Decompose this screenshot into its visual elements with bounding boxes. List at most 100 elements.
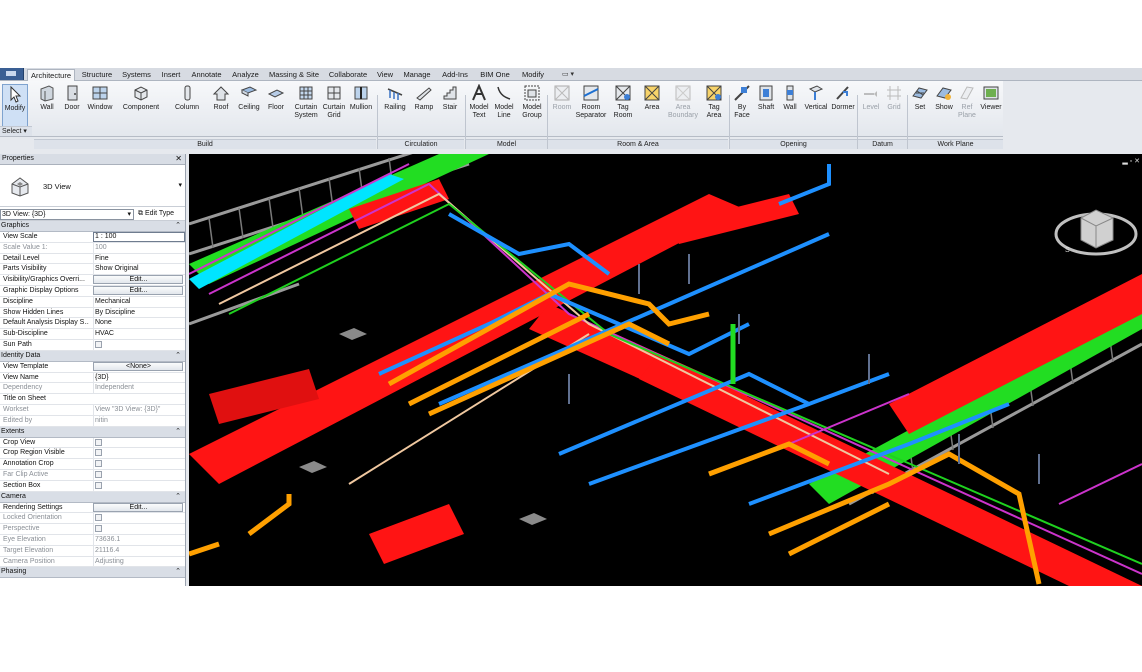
sun-path-checkbox[interactable] — [95, 340, 102, 348]
tab-view[interactable]: View — [374, 69, 396, 81]
room-separator-button[interactable]: Room Separator — [575, 84, 607, 128]
door-icon — [67, 85, 78, 101]
tab-add-ins[interactable]: Add-Ins — [438, 69, 472, 81]
model-group-button[interactable]: Model Group — [519, 84, 545, 128]
view-template-button[interactable]: <None> — [93, 361, 183, 371]
view-instance-dropdown[interactable]: 3D View: {3D} — [0, 209, 134, 220]
tab-massing-site[interactable]: Massing & Site — [266, 69, 322, 81]
by-face-button[interactable]: By Face — [732, 84, 752, 128]
view-scale-input[interactable]: 1 : 100 — [93, 232, 185, 242]
analysis-display-value[interactable]: None — [93, 318, 185, 329]
wall-button[interactable]: Wall — [36, 84, 58, 128]
door-button[interactable]: Door — [61, 84, 83, 128]
opening-panel-label: Opening — [730, 139, 857, 149]
set-work-plane-button[interactable]: Set — [910, 84, 930, 128]
show-work-plane-button[interactable]: Show — [932, 84, 956, 128]
column-button[interactable]: Column — [172, 84, 202, 128]
curtain-grid-button[interactable]: Curtain Grid — [321, 84, 347, 128]
graphic-display-edit-button[interactable]: Edit... — [93, 285, 183, 295]
tab-bim-one[interactable]: BIM One — [476, 69, 514, 81]
type-selector[interactable]: 3D View ▾ — [0, 165, 185, 207]
tab-architecture[interactable]: Architecture — [27, 69, 75, 81]
discipline-value[interactable]: Mechanical — [93, 296, 185, 307]
prop-key: Locked Orientation — [3, 514, 62, 522]
collapse-icon[interactable]: ⌃ — [175, 427, 181, 437]
section-phasing[interactable]: Phasing ⌃ — [0, 567, 185, 579]
detail-level-value[interactable]: Fine — [93, 253, 185, 264]
collapse-icon[interactable]: ⌃ — [175, 492, 181, 502]
section-extents[interactable]: Extents ⌃ — [0, 426, 185, 438]
viewcube-icon[interactable]: S — [1051, 198, 1141, 268]
model-line-button[interactable]: Model Line — [492, 84, 516, 128]
viewport-window-controls[interactable]: ▂ ▫ ✕ — [1122, 157, 1140, 165]
room-button[interactable]: Room — [550, 84, 574, 128]
collapse-icon[interactable]: ⌃ — [175, 351, 181, 361]
viewer-button[interactable]: Viewer — [979, 84, 1003, 128]
prop-key: Target Elevation — [3, 546, 54, 554]
perspective-checkbox — [95, 525, 102, 533]
sub-discipline-value[interactable]: HVAC — [93, 329, 185, 340]
floor-button[interactable]: Floor — [265, 84, 287, 128]
mullion-button[interactable]: Mullion — [348, 84, 374, 128]
railing-button[interactable]: Railing — [382, 84, 408, 128]
instance-filter-row: 3D View: {3D} ⧉ Edit Type — [0, 207, 185, 221]
section-graphics[interactable]: Graphics ⌃ — [0, 221, 185, 232]
tag-room-button[interactable]: Tag Room — [611, 84, 635, 128]
tab-manage[interactable]: Manage — [400, 69, 434, 81]
grid-button[interactable]: Grid — [884, 84, 904, 128]
view-name-value[interactable]: {3D} — [93, 372, 185, 383]
chevron-down-icon[interactable]: ▾ — [178, 181, 182, 189]
room-separator-icon — [583, 85, 599, 101]
ref-plane-label-2: Plane — [958, 112, 976, 119]
area-boundary-button[interactable]: Area Boundary — [666, 84, 700, 128]
model-group-icon — [524, 85, 540, 101]
section-identity-data[interactable]: Identity Data ⌃ — [0, 350, 185, 362]
section-camera[interactable]: Camera ⌃ — [0, 491, 185, 503]
select-dropdown[interactable]: Select ▾ — [0, 126, 32, 136]
tag-area-label-1: Tag — [708, 104, 720, 111]
shaft-button[interactable]: Shaft — [754, 84, 778, 128]
stair-button[interactable]: Stair — [438, 84, 462, 128]
datum-panel-label: Datum — [858, 139, 907, 149]
ramp-button[interactable]: Ramp — [412, 84, 436, 128]
vertical-opening-button[interactable]: Vertical — [802, 84, 830, 128]
tab-analyze[interactable]: Analyze — [229, 69, 262, 81]
window-button[interactable]: Window — [86, 84, 114, 128]
level-button[interactable]: Level — [860, 84, 882, 128]
close-icon[interactable]: ✕ — [175, 154, 182, 164]
tab-insert[interactable]: Insert — [158, 69, 184, 81]
ribbon-minimize-icon[interactable]: ▭ ▾ — [562, 70, 574, 78]
curtain-system-button[interactable]: Curtain System — [291, 84, 321, 128]
dormer-button[interactable]: Dormer — [830, 84, 856, 128]
collapse-icon[interactable]: ⌃ — [175, 567, 181, 577]
tab-collaborate[interactable]: Collaborate — [326, 69, 370, 81]
area-button[interactable]: Area — [640, 84, 664, 128]
modify-button[interactable]: Modify — [2, 84, 28, 128]
tab-systems[interactable]: Systems — [119, 69, 154, 81]
crop-region-visible-checkbox[interactable] — [95, 449, 102, 457]
tag-area-button[interactable]: Tag Area — [702, 84, 726, 128]
collapse-icon[interactable]: ⌃ — [175, 221, 181, 231]
room-label: Room — [552, 104, 572, 111]
section-box-checkbox[interactable] — [95, 481, 102, 489]
model-text-button[interactable]: Model Text — [467, 84, 491, 128]
annotation-crop-checkbox[interactable] — [95, 460, 102, 468]
rendering-settings-edit-button[interactable]: Edit... — [93, 502, 183, 512]
tab-annotate[interactable]: Annotate — [188, 69, 225, 81]
wall-opening-button[interactable]: Wall — [780, 84, 800, 128]
ref-plane-button[interactable]: Ref Plane — [957, 84, 977, 128]
application-menu-button[interactable] — [0, 68, 24, 80]
tab-structure[interactable]: Structure — [79, 69, 115, 81]
edit-type-button[interactable]: ⧉ Edit Type — [138, 209, 174, 219]
roof-button[interactable]: Roof — [209, 84, 233, 128]
parts-visibility-value[interactable]: Show Original — [93, 264, 185, 275]
component-button[interactable]: Component — [120, 84, 162, 128]
wall-label: Wall — [40, 104, 54, 111]
vg-overrides-edit-button[interactable]: Edit... — [93, 275, 183, 285]
crop-view-checkbox[interactable] — [95, 438, 102, 446]
ceiling-button[interactable]: Ceiling — [236, 84, 262, 128]
3d-viewport[interactable]: S ▂ ▫ ✕ — [189, 154, 1142, 586]
hidden-lines-value[interactable]: By Discipline — [93, 307, 185, 318]
ribbon-empty-area — [1003, 81, 1142, 137]
tab-modify[interactable]: Modify — [518, 69, 548, 81]
